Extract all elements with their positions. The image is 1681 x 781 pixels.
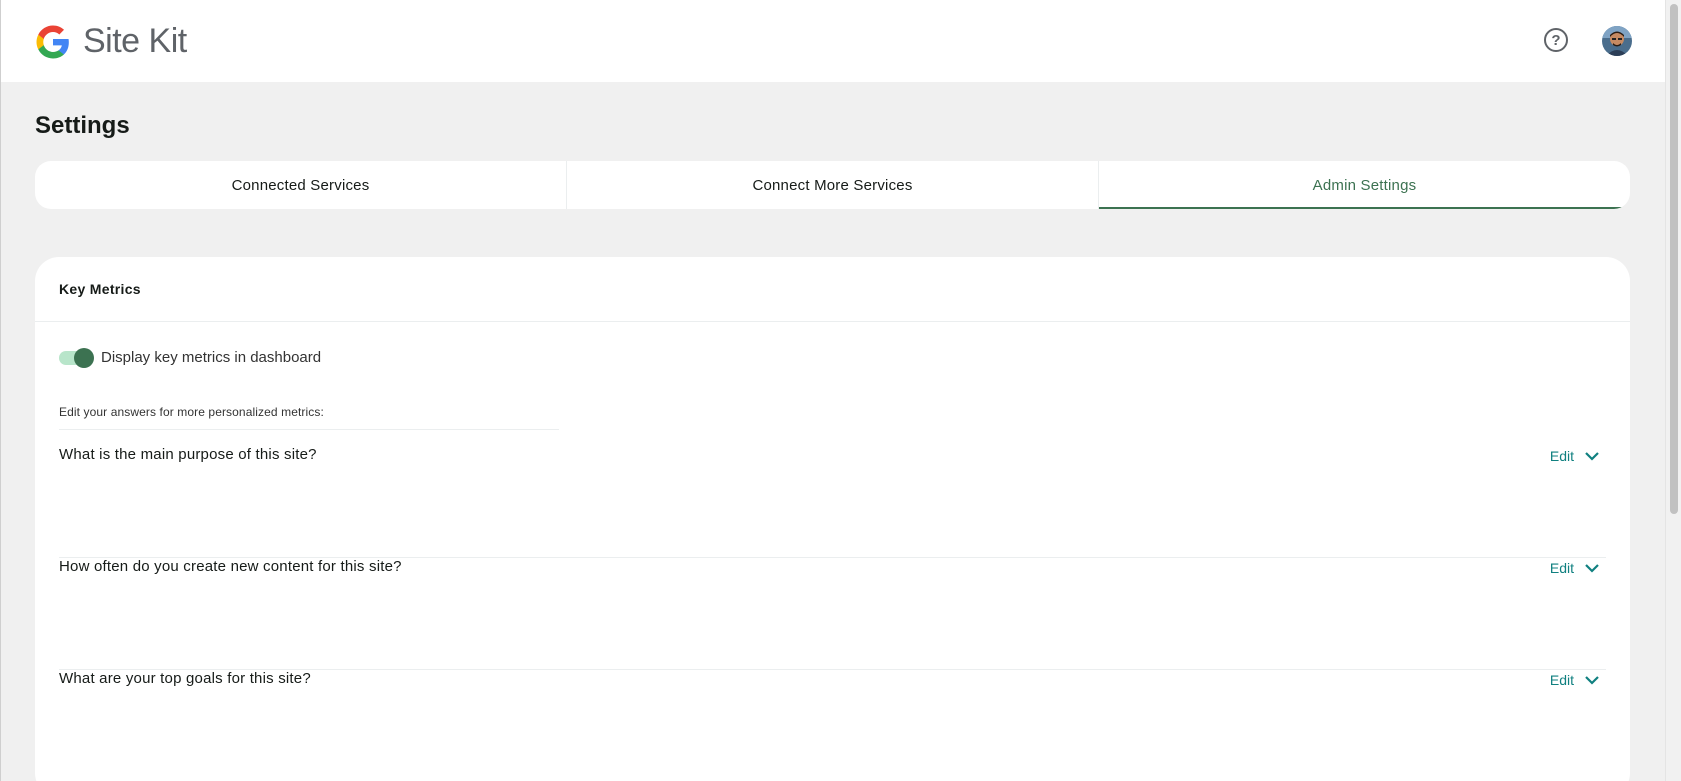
edit-button[interactable]: Edit (1550, 560, 1600, 576)
page: Site Kit ? Settings Connected Services C… (0, 0, 1681, 781)
toggle-label: Display key metrics in dashboard (101, 349, 322, 366)
display-key-metrics-toggle[interactable]: Display key metrics in dashboard (59, 347, 322, 368)
window-left-border (0, 82, 1, 781)
chevron-down-icon (1585, 676, 1599, 685)
question-text: What is the main purpose of this site? (59, 446, 317, 463)
key-metrics-card: Key Metrics Display key metrics in dashb… (35, 257, 1630, 781)
tab-admin-settings[interactable]: Admin Settings (1099, 161, 1630, 209)
edit-answers-hint: Edit your answers for more personalized … (59, 405, 559, 430)
card-header: Key Metrics (35, 257, 1630, 322)
question-top-goals: What are your top goals for this site? E… (59, 670, 1606, 781)
scrollbar-thumb[interactable] (1670, 4, 1678, 514)
question-text: What are your top goals for this site? (59, 670, 311, 687)
site-kit-logo[interactable]: Site Kit (35, 22, 187, 61)
edit-button[interactable]: Edit (1550, 448, 1600, 464)
user-avatar[interactable] (1602, 26, 1632, 56)
help-icon[interactable]: ? (1544, 28, 1568, 52)
edit-label: Edit (1549, 448, 1574, 464)
chevron-down-icon (1585, 452, 1599, 461)
edit-button[interactable]: Edit (1550, 672, 1600, 688)
vertical-scrollbar[interactable] (1665, 0, 1681, 781)
chevron-down-icon (1585, 564, 1599, 573)
avatar-image (1602, 26, 1632, 56)
tab-connected-services[interactable]: Connected Services (35, 161, 567, 209)
page-title: Settings (35, 112, 130, 139)
edit-label: Edit (1549, 672, 1574, 688)
toggle-switch[interactable] (59, 347, 94, 368)
question-content-frequency: How often do you create new content for … (59, 558, 1606, 670)
question-text: How often do you create new content for … (59, 558, 402, 575)
question-main-purpose: What is the main purpose of this site? E… (59, 446, 1606, 558)
edit-label: Edit (1549, 560, 1574, 576)
brand-name: Site Kit (83, 22, 187, 60)
card-title: Key Metrics (59, 281, 141, 297)
toggle-knob (74, 347, 94, 368)
top-header: Site Kit ? (0, 0, 1665, 82)
google-g-icon (36, 25, 69, 58)
tab-connect-more-services[interactable]: Connect More Services (567, 161, 1099, 209)
settings-tabs: Connected Services Connect More Services… (35, 161, 1630, 209)
